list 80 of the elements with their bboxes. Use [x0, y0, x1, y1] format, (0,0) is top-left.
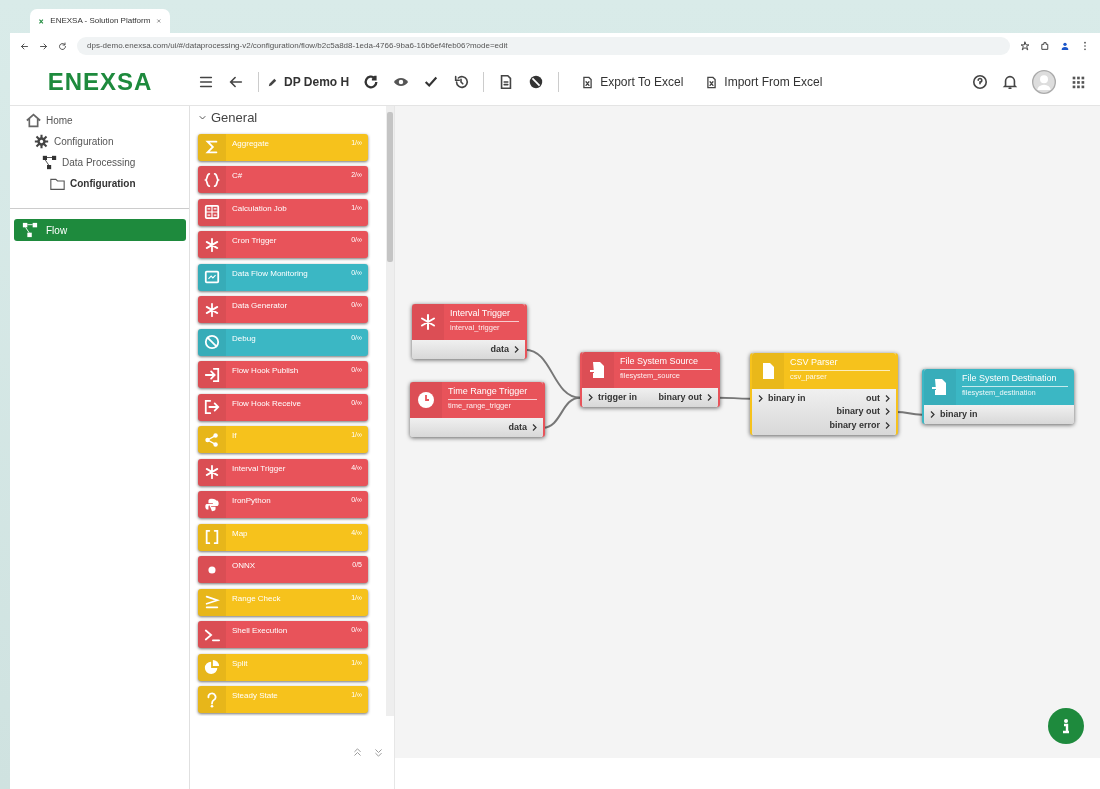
tree-item[interactable]: Configuration — [34, 131, 114, 152]
chevron-icon — [705, 393, 714, 403]
scrollbar[interactable] — [386, 106, 394, 716]
chevron-icon — [928, 410, 937, 420]
forward-icon[interactable] — [39, 41, 48, 51]
tree-item[interactable]: Configuration — [50, 173, 136, 194]
asterisk-icon — [204, 464, 220, 480]
braces-icon — [204, 171, 220, 188]
calculator-icon — [204, 204, 220, 220]
port-label: binary out — [836, 406, 880, 418]
site-icon — [38, 16, 45, 26]
extension-icon[interactable] — [1040, 41, 1050, 51]
tree-item[interactable]: Data Processing — [42, 152, 136, 173]
asterisk-icon — [204, 301, 220, 318]
port-label: binary in — [940, 409, 978, 421]
nodes-icon — [42, 155, 57, 170]
chevron-icon — [512, 345, 521, 355]
enter-icon — [204, 366, 220, 383]
profile-icon[interactable] — [1060, 41, 1070, 51]
apps-icon[interactable] — [1070, 74, 1086, 90]
nodes-icon — [22, 222, 38, 238]
chevron-icon — [530, 423, 539, 433]
gear-icon — [34, 134, 49, 149]
port-label: out — [866, 393, 880, 405]
clock-icon — [417, 391, 435, 409]
asterisk-icon — [419, 313, 437, 331]
excel-file-icon — [581, 75, 595, 89]
chevron-icon — [586, 393, 595, 403]
reload-icon[interactable] — [58, 41, 67, 51]
connector — [895, 410, 923, 416]
check-icon[interactable] — [423, 74, 440, 90]
node-title: Time Range Trigger — [448, 385, 537, 400]
folder-icon — [50, 176, 65, 191]
address-field[interactable]: dps-demo.enexsa.com/ui/#/dataprocessing-v2/configuration/flow/b2c5a8d8-1eda-4766-9ba6-16b6ef4feb06?mode=edit — [77, 37, 1010, 55]
back-icon[interactable] — [228, 74, 244, 90]
node-title: File System Source — [620, 355, 712, 370]
brackets-icon — [204, 529, 220, 545]
menu-icon[interactable] — [198, 74, 214, 90]
port-label: binary out — [658, 392, 702, 404]
excel-button[interactable]: Import From Excel — [705, 73, 823, 91]
tree-item[interactable]: Home — [26, 110, 73, 131]
port-label: trigger in — [598, 392, 637, 404]
flow-name-button[interactable]: DP Demo H — [267, 73, 350, 91]
expand-icon[interactable] — [373, 747, 384, 758]
pencil-icon — [267, 76, 278, 88]
ban-icon[interactable] — [528, 74, 545, 90]
sidebar-item[interactable]: Flow — [14, 219, 186, 241]
file-enter-icon — [931, 378, 949, 396]
sigma-icon — [204, 139, 220, 155]
node-title: File System Destination — [962, 372, 1068, 387]
port-label: binary error — [829, 419, 880, 431]
monitor-icon — [204, 269, 220, 285]
history-icon[interactable] — [453, 74, 470, 90]
port-label: binary in — [768, 393, 806, 405]
ban-icon — [204, 334, 220, 350]
chevron-icon — [756, 394, 765, 404]
home-icon — [26, 113, 41, 128]
info-button[interactable] — [1048, 708, 1084, 744]
close-icon[interactable] — [156, 17, 162, 25]
node-title: CSV Parser — [790, 356, 890, 371]
group-header[interactable]: General — [198, 106, 258, 134]
exit-icon — [204, 399, 220, 415]
excel-file-icon — [705, 75, 719, 89]
node-title: Interval Trigger — [450, 307, 519, 322]
port-label: data — [490, 344, 509, 356]
port-label: data — [508, 422, 527, 434]
refresh-icon[interactable] — [363, 74, 380, 90]
excel-button[interactable]: Export To Excel — [581, 73, 684, 91]
file-enter-icon — [589, 361, 607, 379]
back-icon[interactable] — [20, 41, 29, 51]
pie-icon — [204, 659, 220, 675]
greater-equal-icon — [204, 594, 220, 610]
share-icon — [204, 431, 220, 448]
bell-icon[interactable] — [1002, 74, 1018, 90]
connector — [717, 396, 751, 400]
star-icon[interactable] — [1020, 41, 1030, 51]
help-icon[interactable] — [972, 74, 988, 90]
asterisk-icon — [204, 236, 220, 253]
logo: ENEXSA — [46, 67, 154, 97]
collapse-icon[interactable] — [352, 747, 363, 758]
